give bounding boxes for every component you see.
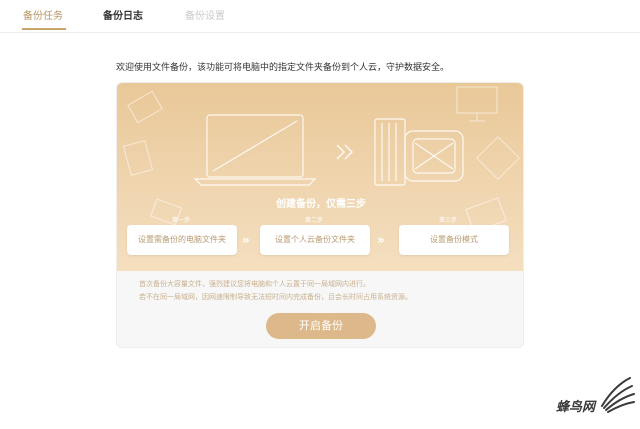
nas-device-icon	[374, 118, 464, 186]
start-backup-button[interactable]: 开启备份	[266, 313, 376, 339]
active-tab-indicator	[22, 28, 66, 30]
hero-title: 创建备份，仅需三步	[276, 199, 366, 210]
tab-backup-log[interactable]: 备份日志	[103, 10, 143, 24]
decor-tablet-icon	[127, 90, 163, 124]
decor-diamond-icon	[476, 136, 520, 180]
step-arrow-icon: »	[242, 233, 250, 247]
laptop-icon	[193, 114, 317, 186]
watermark: 蜂鸟网	[556, 376, 636, 416]
set-cloud-folder-button[interactable]: 设置个人云备份文件夹	[260, 225, 370, 255]
decor-phone-icon	[122, 140, 154, 176]
set-source-folder-button[interactable]: 设置需备份的电脑文件夹	[127, 225, 237, 255]
note-line-1: 首次备份大容量文件，强烈建议您将电脑和个人云置于同一局域网内进行。	[139, 280, 370, 288]
hero-banner: 创建备份，仅需三步 第一步 设置需备份的电脑文件夹 » 第二步 设置个人云备份文…	[117, 83, 523, 271]
step-arrow-icon: »	[377, 233, 385, 247]
step3-label: 第三步	[438, 217, 457, 224]
backup-panel: 创建备份，仅需三步 第一步 设置需备份的电脑文件夹 » 第二步 设置个人云备份文…	[116, 82, 524, 348]
step1-label: 第一步	[171, 217, 190, 224]
note-line-2: 若不在同一局域网，因网速限制导致无法短时间内完成备份，且会长时间占用系统资源。	[139, 293, 412, 301]
step2-label: 第二步	[304, 217, 323, 224]
intro-text: 欢迎使用文件备份，该功能可将电脑中的指定文件夹备份到个人云，守护数据安全。	[116, 63, 450, 73]
double-chevron-icon	[336, 144, 353, 160]
tab-backup-tasks[interactable]: 备份任务	[23, 10, 63, 24]
decor-monitor-icon	[456, 86, 498, 114]
set-backup-mode-button[interactable]: 设置备份模式	[399, 225, 509, 255]
tab-backup-settings[interactable]: 备份设置	[185, 10, 225, 24]
watermark-text: 蜂鸟网	[556, 400, 596, 415]
tab-bar: 备份任务 备份日志 备份设置	[0, 0, 640, 33]
